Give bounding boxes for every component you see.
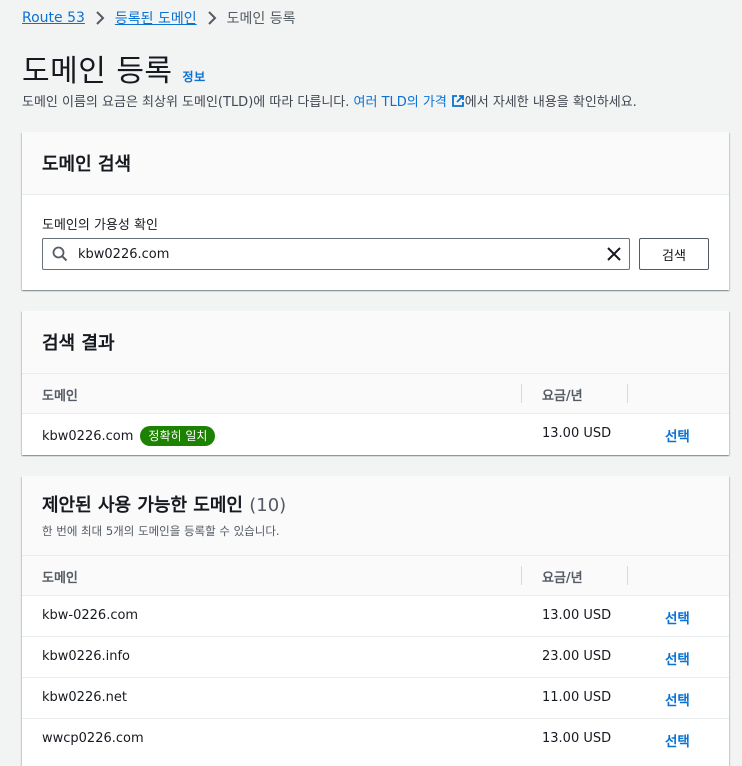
breadcrumb-current: 도메인 등록 (226, 11, 296, 27)
domain-name: kbw0226.info (42, 649, 131, 664)
column-header-domain[interactable]: 도메인 (42, 385, 78, 404)
price-cell: 13.00 USD (542, 608, 612, 623)
column-header-domain[interactable]: 도메인 (42, 567, 78, 586)
table-row: kbw0226.com 정확히 일치 13.00 USD 선택 (22, 414, 729, 454)
domain-name: wwcp0226.com (42, 731, 144, 746)
search-icon (52, 246, 68, 262)
domain-search-panel: 도메인 검색 도메인의 가용성 확인 검색 (22, 132, 729, 290)
column-header-price[interactable]: 요금/년 (542, 567, 583, 586)
select-button[interactable]: 선택 (665, 648, 690, 668)
domain-search-title: 도메인 검색 (42, 154, 132, 175)
domain-name: kbw-0226.com (42, 608, 139, 623)
select-button[interactable]: 선택 (665, 607, 690, 627)
page-title: 도메인 등록 정보 (22, 46, 206, 90)
description-suffix: 에서 자세한 내용을 확인하세요. (464, 95, 637, 110)
column-divider (627, 384, 628, 403)
exact-match-badge: 정확히 일치 (140, 426, 216, 446)
page-description: 도메인 이름의 요금은 최상위 도메인(TLD)에 따라 다릅니다. 여러 TL… (22, 91, 637, 110)
select-button[interactable]: 선택 (665, 730, 690, 750)
column-header-price[interactable]: 요금/년 (542, 385, 583, 404)
domain-search-box (42, 238, 630, 270)
tld-pricing-link[interactable]: 여러 TLD의 가격 (354, 91, 465, 110)
suggested-title-text: 제안된 사용 가능한 도메인 (42, 495, 243, 516)
table-row: kbw0226.info 23.00 USD 선택 (22, 637, 729, 678)
availability-field-label: 도메인의 가용성 확인 (42, 218, 158, 233)
column-divider (521, 384, 522, 403)
search-results-title: 검색 결과 (42, 333, 115, 354)
search-results-header: 검색 결과 (22, 311, 729, 374)
search-results-panel: 검색 결과 도메인 요금/년 kbw0226.com 정확히 일치 13.00 … (22, 311, 729, 455)
column-divider (521, 566, 522, 585)
table-row: kbw-0226.com 13.00 USD 선택 (22, 596, 729, 637)
external-link-icon (451, 94, 465, 108)
domain-search-header: 도메인 검색 (22, 132, 729, 195)
clear-icon[interactable] (599, 239, 629, 269)
price-cell: 13.00 USD (542, 731, 612, 746)
suggested-domains-title: 제안된 사용 가능한 도메인 (10) (42, 491, 709, 517)
price-cell: 13.00 USD (542, 426, 612, 441)
results-table-header: 도메인 요금/년 (22, 374, 729, 414)
suggested-domains-panel: 제안된 사용 가능한 도메인 (10) 한 번에 최대 5개의 도메인을 등록할… (22, 476, 729, 766)
breadcrumb-registered-domains-link[interactable]: 등록된 도메인 (115, 8, 197, 28)
suggested-domains-header: 제안된 사용 가능한 도메인 (10) 한 번에 최대 5개의 도메인을 등록할… (22, 476, 729, 556)
price-cell: 11.00 USD (542, 690, 612, 705)
info-link[interactable]: 정보 (183, 68, 206, 85)
description-text: 도메인 이름의 요금은 최상위 도메인(TLD)에 따라 다릅니다. (22, 95, 354, 110)
tld-pricing-link-text: 여러 TLD의 가격 (353, 95, 447, 110)
domain-name: kbw0226.net (42, 690, 127, 705)
suggested-count: (10) (249, 495, 287, 516)
select-button[interactable]: 선택 (665, 425, 690, 445)
domain-cell: kbw0226.com 정확히 일치 (42, 426, 216, 446)
breadcrumb-route53-link[interactable]: Route 53 (22, 10, 85, 26)
table-row: kbw0226.net 11.00 USD 선택 (22, 678, 729, 719)
suggested-subtitle: 한 번에 최대 5개의 도메인을 등록할 수 있습니다. (42, 524, 280, 538)
select-button[interactable]: 선택 (665, 689, 690, 709)
suggested-table-header: 도메인 요금/년 (22, 556, 729, 596)
breadcrumb: Route 53 등록된 도메인 도메인 등록 (22, 8, 296, 28)
price-cell: 23.00 USD (542, 649, 612, 664)
domain-search-input[interactable] (76, 245, 599, 263)
table-row: wwcp0226.com 13.00 USD 선택 (22, 719, 729, 759)
domain-name: kbw0226.com (42, 428, 134, 444)
chevron-right-icon (95, 11, 105, 25)
column-divider (627, 566, 628, 585)
page-title-text: 도메인 등록 (22, 54, 173, 89)
chevron-right-icon (207, 11, 217, 25)
search-button[interactable]: 검색 (639, 238, 709, 270)
